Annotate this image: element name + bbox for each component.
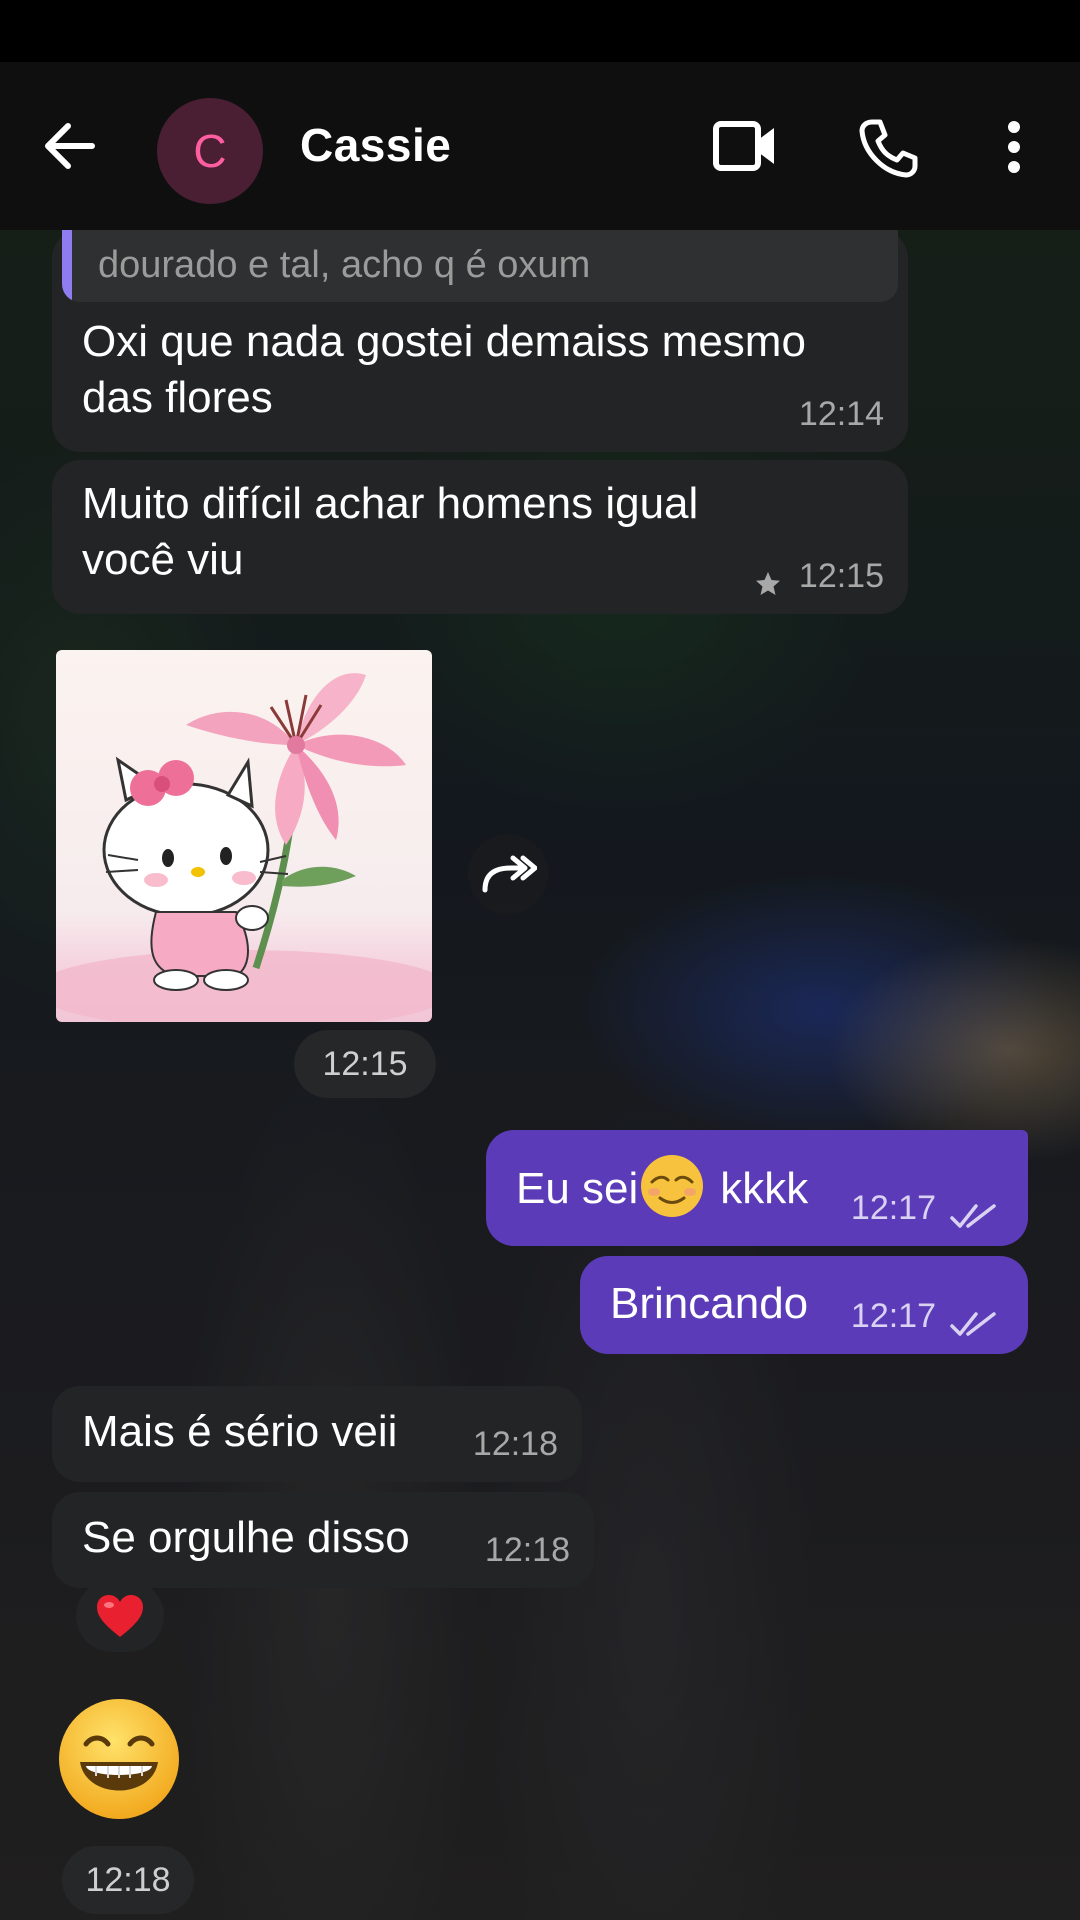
quoted-message[interactable]: dourado e tal, acho q é oxum xyxy=(62,230,898,302)
message-reaction[interactable] xyxy=(76,1580,164,1652)
message-text: Se orgulhe disso xyxy=(82,1513,410,1562)
forward-button[interactable] xyxy=(468,834,548,914)
message-bubble[interactable]: Brincando 12:17 xyxy=(580,1256,1028,1354)
message-text: Mais é sério veii xyxy=(82,1407,398,1456)
quote-accent-bar xyxy=(62,230,72,302)
message-text-part: kkkk xyxy=(720,1164,809,1213)
status-bar xyxy=(0,0,1080,62)
message-bubble[interactable]: Mais é sério veii 12:18 xyxy=(52,1386,582,1482)
avatar-letter: C xyxy=(193,125,227,177)
video-call-button[interactable] xyxy=(712,120,778,172)
more-vert-icon xyxy=(1008,121,1020,173)
message-time: 12:18 xyxy=(472,1425,558,1463)
phone-icon xyxy=(859,119,918,178)
message-text-line: Oxi que nada gostei demaiss mesmo xyxy=(82,317,806,366)
forward-icon xyxy=(482,855,537,893)
message-bubble[interactable]: Eu sei kkkk 12:17 xyxy=(486,1130,1028,1246)
contact-name[interactable]: Cassie xyxy=(300,118,451,172)
more-options-button[interactable] xyxy=(996,120,1032,174)
message-text-line: das flores xyxy=(82,373,273,422)
message-time: 12:18 xyxy=(484,1531,570,1569)
chat-header: C Cassie xyxy=(0,62,1080,230)
message-time: 12:18 xyxy=(62,1846,194,1914)
video-camera-icon xyxy=(713,121,774,171)
message-time: 12:17 xyxy=(850,1189,936,1227)
message-text-part: Eu sei xyxy=(516,1164,639,1213)
avatar[interactable]: C xyxy=(157,98,263,204)
sticker-image[interactable] xyxy=(56,650,432,1022)
double-check-icon xyxy=(950,1312,996,1336)
message-bubble[interactable]: Se orgulhe disso 12:18 xyxy=(52,1492,594,1588)
message-time: 12:17 xyxy=(850,1297,936,1335)
relieved-face-emoji xyxy=(641,1155,704,1217)
message-text: Eu sei kkkk xyxy=(516,1155,809,1220)
double-check-icon xyxy=(950,1204,996,1228)
voice-call-button[interactable] xyxy=(858,118,918,178)
message-time: 12:14 xyxy=(798,395,884,433)
message-time: 12:15 xyxy=(294,1030,436,1098)
quoted-text: dourado e tal, acho q é oxum xyxy=(98,244,591,286)
message-text-line: Muito difícil achar homens igual xyxy=(82,479,699,528)
hello-kitty-sticker xyxy=(56,673,432,1022)
back-button[interactable] xyxy=(40,118,100,174)
star-icon xyxy=(756,572,780,595)
message-bubble[interactable]: Muito difícil achar homens igual você vi… xyxy=(52,460,908,614)
message-text-line: você viu xyxy=(82,535,244,584)
grinning-face-emoji xyxy=(59,1699,179,1819)
message-text: Brincando xyxy=(610,1279,809,1328)
message-text: Oxi que nada gostei demaiss mesmo das fl… xyxy=(82,314,806,426)
message-bubble[interactable] xyxy=(56,1696,182,1822)
arrow-left-icon xyxy=(45,123,95,169)
heart-icon xyxy=(97,1595,143,1637)
message-time: 12:15 xyxy=(798,557,884,595)
message-text: Muito difícil achar homens igual você vi… xyxy=(82,476,698,588)
